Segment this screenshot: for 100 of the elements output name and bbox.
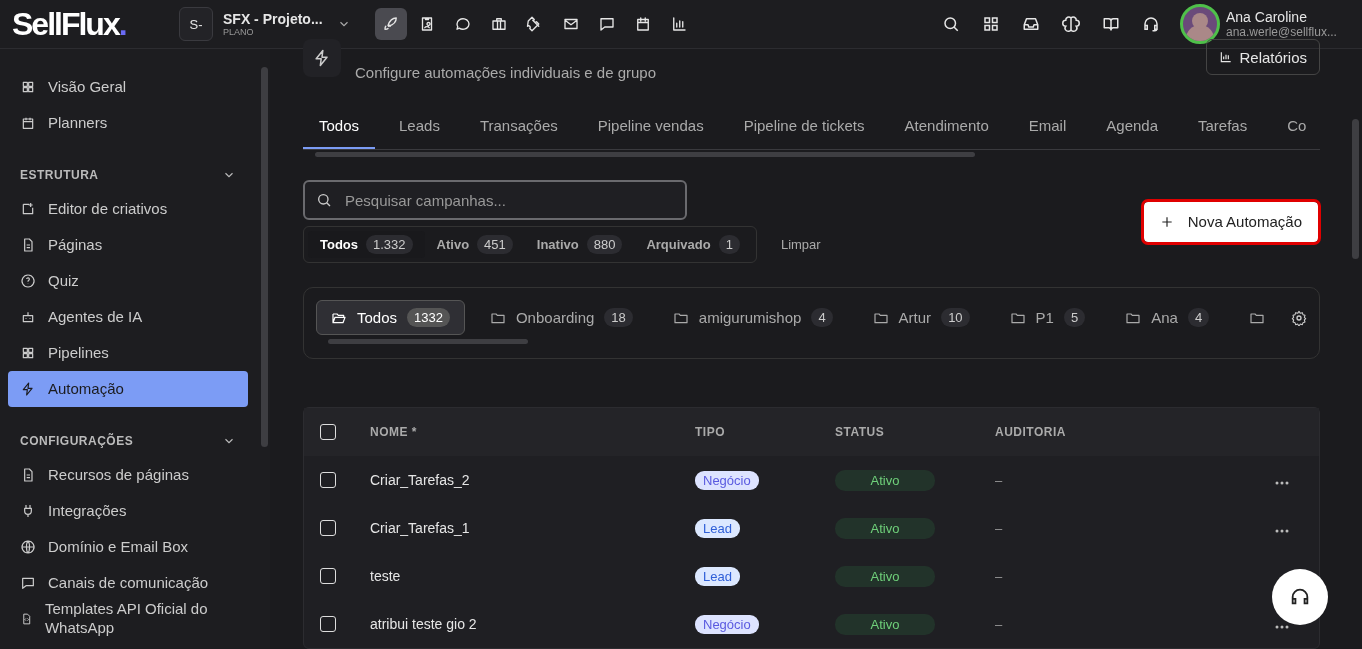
tab[interactable]: Tarefas (1182, 105, 1264, 149)
count-badge: 18 (604, 308, 633, 327)
tab[interactable]: Email (1012, 105, 1083, 149)
automation-name[interactable]: Criar_Tarefas_2 (370, 472, 695, 488)
status-filter[interactable]: Arquivado 1 (634, 231, 752, 258)
sidebar-item[interactable]: Visão Geral (8, 69, 248, 105)
tab[interactable]: Co (1271, 105, 1320, 149)
section-title: CONFIGURAÇÕES (20, 434, 134, 448)
status-badge: Ativo (835, 469, 935, 491)
folder-tab[interactable]: Ana 4 (1110, 300, 1225, 335)
more-icon[interactable] (1275, 625, 1289, 629)
sidebar-item[interactable]: Recursos de páginas (8, 457, 248, 493)
settings-icon[interactable] (1291, 309, 1307, 326)
workspace-plan: PLANO (223, 27, 255, 37)
status-badge: Ativo (835, 565, 935, 587)
sidebar-label: Pipelines (48, 343, 109, 363)
sidebar-label: Quiz (48, 271, 79, 291)
sidebar-item[interactable]: Templates API Oficial do WhatsApp (8, 601, 248, 637)
sidebar-label: Planners (48, 113, 108, 133)
column-header[interactable]: STATUS (835, 425, 995, 439)
sidebar-item[interactable]: Integrações (8, 493, 248, 529)
tab[interactable]: Transações (463, 105, 574, 149)
plus-icon (1159, 214, 1174, 229)
sidebar-item[interactable]: Agentes de IA (8, 299, 248, 335)
status-filter[interactable]: Inativo 880 (524, 231, 635, 258)
scrollbar[interactable] (328, 339, 528, 344)
globe-icon (20, 539, 36, 555)
column-header[interactable]: AUDITORIA (995, 425, 1275, 439)
chat-bubble-icon (20, 575, 36, 591)
tab[interactable]: Agenda (1090, 105, 1174, 149)
grid-icon[interactable] (982, 15, 1000, 33)
audit-cell-text: – (995, 472, 1004, 488)
sidebar-item[interactable]: Domínio e Email Box (8, 529, 248, 565)
page-subtitle: Configure automações individuais e de grupo (355, 64, 657, 81)
sidebar-label: Agentes de IA (48, 307, 143, 327)
column-header[interactable]: TIPO (695, 425, 835, 439)
logo[interactable]: SellFlux. (12, 5, 179, 43)
robot-icon (20, 309, 36, 325)
folder-tab[interactable]: P1 5 (994, 300, 1101, 335)
sidebar-item[interactable]: Quiz (8, 263, 248, 299)
grid-icon (20, 79, 36, 95)
sidebar-item[interactable]: Páginas (8, 227, 248, 263)
sidebar-label: Páginas (48, 235, 103, 255)
type-tag: Negócio (695, 615, 759, 634)
brain-icon[interactable] (1062, 15, 1080, 33)
reports-button[interactable]: Relatórios (1206, 39, 1320, 75)
headset-icon[interactable] (1142, 15, 1160, 33)
scrollbar[interactable] (261, 67, 268, 447)
tab[interactable]: Pipeline vendas (581, 105, 720, 149)
sidebar-section-header[interactable]: CONFIGURAÇÕES (8, 425, 248, 457)
sidebar-item[interactable]: Canais de comunicação (8, 565, 248, 601)
row-checkbox[interactable] (320, 568, 336, 584)
status-badge: Ativo (835, 517, 935, 539)
column-header[interactable]: NOME * (370, 425, 695, 439)
automation-name[interactable]: Criar_Tarefas_1 (370, 520, 695, 536)
inbox-icon[interactable] (1022, 15, 1040, 33)
message-icon (598, 15, 616, 33)
tab[interactable]: Todos (303, 105, 376, 149)
type-tag: Lead (695, 519, 740, 538)
folder-tab[interactable]: Artur 10 (857, 300, 985, 335)
sidebar-section-header[interactable]: ESTRUTURA (8, 159, 248, 191)
count-badge: 4 (1187, 308, 1210, 327)
select-all-checkbox[interactable] (320, 424, 336, 440)
user-avatar[interactable] (1180, 4, 1220, 44)
new-automation-button[interactable]: Nova Automação (1143, 201, 1318, 242)
audit-cell-text: – (995, 616, 1004, 632)
row-checkbox[interactable] (320, 472, 336, 488)
folder-tab[interactable]: amigurumishop 4 (657, 300, 848, 335)
tab[interactable]: Atendimento (888, 105, 1005, 149)
sidebar-item[interactable]: Planners (8, 105, 248, 141)
book-icon[interactable] (1102, 15, 1120, 33)
sidebar-item[interactable]: Pipelines (8, 335, 248, 371)
search-icon[interactable] (942, 15, 960, 33)
status-badge: Ativo (835, 613, 935, 635)
folder-tab[interactable]: Todos 1332 (316, 300, 465, 335)
user-name: Ana Caroline (1226, 9, 1308, 25)
image-plus-icon (20, 201, 36, 217)
row-checkbox[interactable] (320, 616, 336, 632)
count-badge: 1.332 (366, 235, 413, 254)
folder-tab[interactable]: Onboarding 18 (474, 300, 648, 335)
row-checkbox[interactable] (320, 520, 336, 536)
type-tag: Negócio (695, 471, 759, 490)
clear-button[interactable]: Limpar (770, 233, 831, 256)
workspace-name[interactable]: SFX - Projeto... (223, 11, 327, 27)
status-filter[interactable]: Ativo 451 (424, 231, 525, 258)
sidebar-label: Visão Geral (48, 77, 127, 97)
automation-name[interactable]: teste (370, 568, 695, 584)
automation-name[interactable]: atribui teste gio 2 (370, 616, 695, 632)
sidebar-item[interactable]: Editor de criativos (8, 191, 248, 227)
more-icon[interactable] (1275, 481, 1289, 485)
tab[interactable]: Pipeline de tickets (727, 105, 881, 149)
count-badge: 451 (477, 235, 513, 254)
scrollbar[interactable] (1352, 119, 1359, 259)
count-badge: 4 (811, 308, 833, 327)
sidebar-item[interactable]: Automação (8, 371, 248, 407)
search-field[interactable]: Pesquisar campanhas... (303, 180, 687, 220)
more-icon[interactable] (1275, 529, 1289, 533)
section-title: ESTRUTURA (20, 168, 99, 182)
app-nav-button[interactable] (375, 8, 407, 40)
tab[interactable]: Leads (383, 105, 456, 149)
